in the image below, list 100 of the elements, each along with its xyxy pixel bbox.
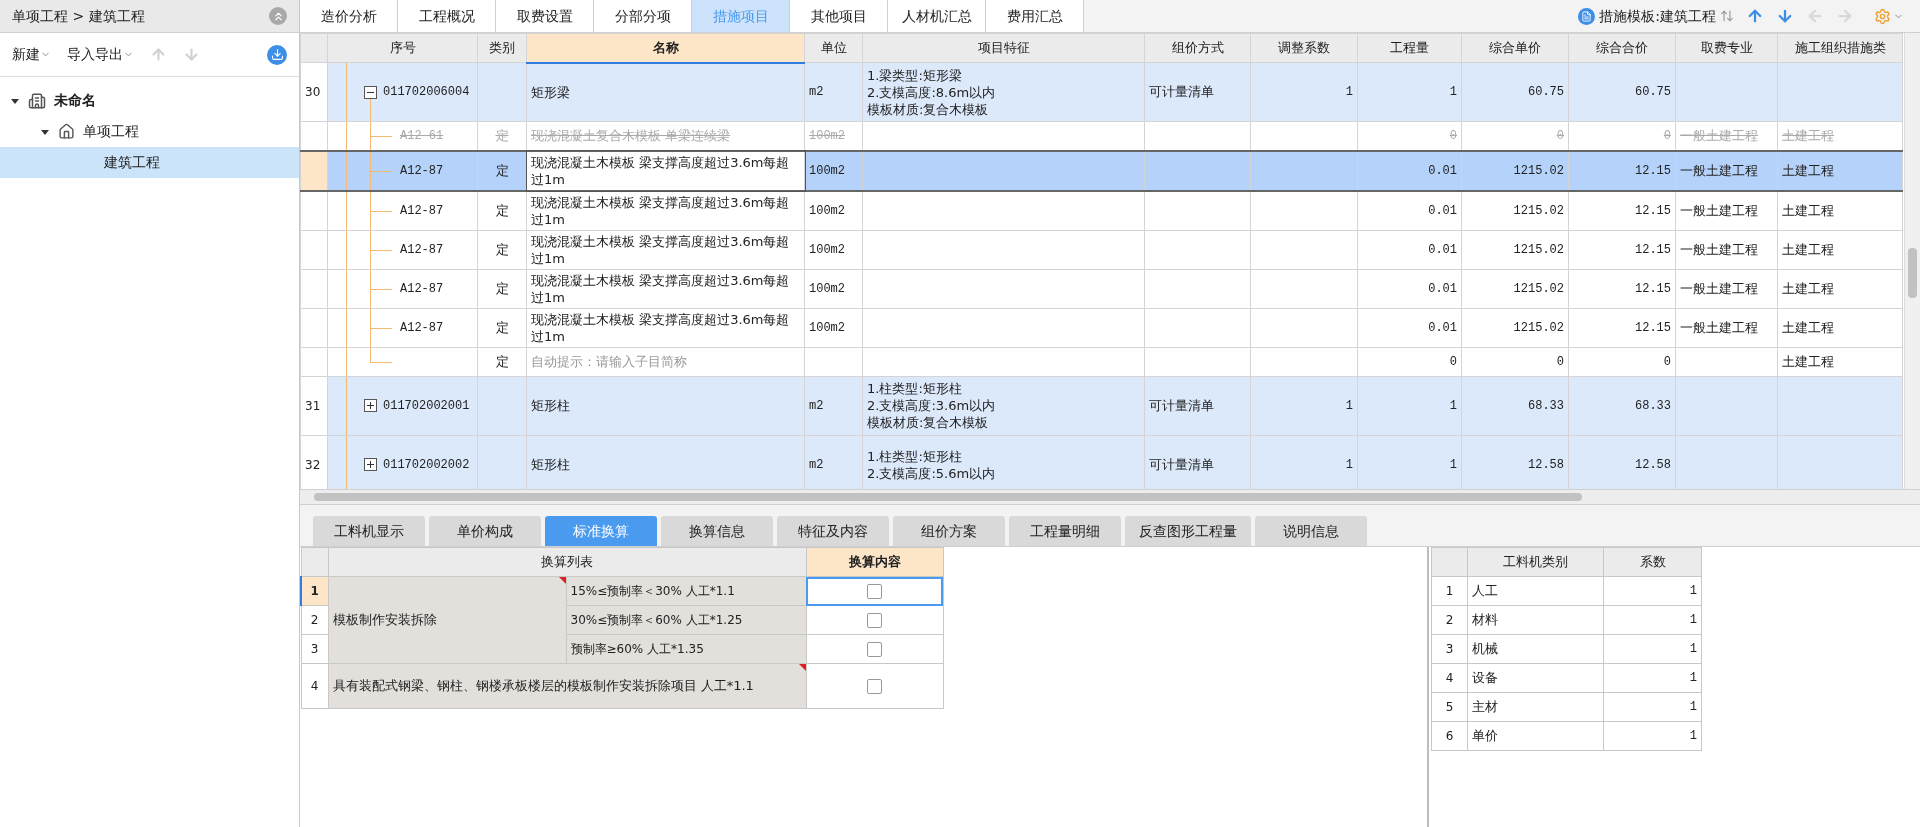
column-header[interactable]: 工程量 (1357, 33, 1462, 63)
table-row[interactable]: A12-87 定 现浇混凝土木模板 梁支撑高度超过3.6m每超过1m 100m2 0.01 1215.02 12.15 一般土建工程 土建工程 (300, 308, 1903, 347)
table-cell: 土建工程 (1777, 121, 1903, 151)
tree-item[interactable]: 未命名 (0, 85, 299, 116)
menu-button[interactable]: 导入导出 (67, 44, 134, 65)
table-cell: 0.01 (1357, 308, 1462, 347)
settings-button[interactable] (1874, 7, 1904, 25)
table-cell (477, 62, 527, 122)
option-cell: 预制率≥60% 人工*1.35 (566, 634, 806, 664)
scrollbar-thumb[interactable] (1908, 248, 1917, 298)
tree-item[interactable]: 单项工程 (0, 116, 299, 147)
table-row[interactable]: 32 011702002002 矩形柱 m2 1.柱类型:矩形柱 2.支模高度:5.6m以内 可计量清单 1 1 12.58 12.58 (300, 435, 1903, 489)
row-number: 1 (1431, 576, 1468, 606)
row-number[interactable]: 4 (301, 663, 328, 709)
table-cell: 1215.02 (1461, 308, 1569, 347)
menu-button[interactable]: 新建 (12, 44, 51, 65)
table-row[interactable]: 定 自动提示：请输入子目简称 0 0 0 土建工程 (300, 347, 1903, 376)
name-cell[interactable]: 矩形柱 (526, 435, 805, 489)
row-number[interactable]: 2 (301, 605, 328, 635)
table-cell: 100m2 (804, 121, 863, 151)
tab[interactable]: 组价方案 (893, 516, 1005, 546)
table-cell: 土建工程 (1777, 269, 1903, 308)
tab[interactable]: 其他项目 (790, 0, 888, 32)
table-cell: 一般土建工程 (1675, 121, 1778, 151)
column-header[interactable]: 单位 (804, 33, 863, 63)
checkbox[interactable] (867, 642, 882, 657)
expand-box-icon[interactable] (364, 399, 377, 412)
tab[interactable]: 费用汇总 (986, 0, 1084, 32)
column-header[interactable]: 组价方式 (1144, 33, 1251, 63)
table-row[interactable]: A12-87 定 现浇混凝土木模板 梁支撑高度超过3.6m每超过1m 100m2 0.01 1215.02 12.15 一般土建工程 土建工程 (300, 230, 1903, 269)
collapse-box-icon[interactable] (364, 85, 377, 99)
column-header: 换算内容 (806, 547, 943, 577)
tab[interactable]: 造价分析 (300, 0, 398, 32)
tab[interactable]: 换算信息 (661, 516, 773, 546)
column-header: 工料机类别 (1467, 547, 1604, 577)
column-header[interactable]: 名称 (526, 33, 805, 63)
column-header[interactable]: 调整系数 (1250, 33, 1358, 63)
row-number[interactable]: 1 (301, 576, 328, 606)
arrow-down-icon[interactable] (1776, 7, 1794, 25)
table-cell: 一般土建工程 (1675, 230, 1778, 269)
column-header[interactable]: 综合合价 (1568, 33, 1676, 63)
table-cell: 1 (1250, 435, 1358, 489)
download-icon[interactable] (267, 44, 287, 65)
table-row[interactable]: A12-87 定 现浇混凝土木模板 梁支撑高度超过3.6m每超过1m 100m2 0.01 1215.02 12.15 一般土建工程 土建工程 (300, 190, 1903, 230)
checkbox[interactable] (867, 679, 882, 694)
table-row[interactable]: A12-87 定 现浇混凝土木模板 梁支撑高度超过3.6m每超过1m 100m2 0.01 1215.02 12.15 一般土建工程 土建工程 (300, 150, 1903, 191)
table-cell: 人工 (1467, 576, 1604, 606)
name-cell[interactable]: 现浇混凝土木模板 梁支撑高度超过3.6m每超过1m (526, 190, 805, 230)
tab[interactable]: 工料机显示 (313, 516, 425, 546)
column-header[interactable]: 项目特征 (862, 33, 1145, 63)
column-header[interactable]: 取费专业 (1675, 33, 1778, 63)
name-cell[interactable]: 现浇混凝土木模板 梁支撑高度超过3.6m每超过1m (526, 230, 805, 269)
tab[interactable]: 特征及内容 (777, 516, 889, 546)
table-cell: 1215.02 (1461, 190, 1569, 230)
column-header[interactable]: 施工组织措施类 (1777, 33, 1903, 63)
table-cell: 一般土建工程 (1675, 269, 1778, 308)
table-cell: 12.15 (1568, 190, 1676, 230)
horizontal-scrollbar[interactable] (300, 490, 1920, 505)
item-code: A12-87 (400, 319, 444, 337)
template-selector[interactable]: 措施模板:建筑工程 (1578, 5, 1734, 27)
tab[interactable]: 工程量明细 (1009, 516, 1121, 546)
scrollbar-thumb[interactable] (314, 493, 1582, 501)
row-number[interactable]: 3 (301, 634, 328, 664)
item-code: A12-87 (400, 280, 444, 298)
table-cell: 1215.02 (1461, 269, 1569, 308)
table-cell: 100m2 (804, 308, 863, 347)
table-cell: 1 (1603, 663, 1702, 693)
column-header[interactable]: 序号 (327, 33, 478, 63)
tab[interactable]: 说明信息 (1255, 516, 1367, 546)
name-cell[interactable]: 矩形柱 (526, 376, 805, 435)
table-cell: 12.58 (1461, 435, 1569, 489)
row-number: 3 (1431, 634, 1468, 664)
tab[interactable]: 反查图形工程量 (1125, 516, 1251, 546)
column-header: 换算列表 (328, 547, 806, 577)
expand-box-icon[interactable] (364, 458, 377, 471)
tab[interactable]: 工程概况 (398, 0, 496, 32)
tab[interactable]: 分部分项 (594, 0, 692, 32)
checkbox[interactable] (867, 584, 882, 599)
name-cell[interactable]: 现浇混凝土木模板 梁支撑高度超过3.6m每超过1m (526, 150, 805, 191)
column-header[interactable]: 综合单价 (1461, 33, 1569, 63)
column-header[interactable]: 类别 (477, 33, 527, 63)
name-cell[interactable]: 现浇混凝土木模板 梁支撑高度超过3.6m每超过1m (526, 308, 805, 347)
row-number: 2 (1431, 605, 1468, 635)
table-cell: m2 (804, 376, 863, 435)
collapse-icon[interactable] (269, 7, 287, 25)
vertical-scrollbar[interactable] (1904, 33, 1920, 489)
table-row[interactable]: 31 011702002001 矩形柱 m2 1.柱类型:矩形柱 2.支模高度:3.6m以内 模板材质:复合木模板 可计量清单 1 1 68.33 68.33 (300, 376, 1903, 435)
table-cell (804, 347, 863, 376)
table-row[interactable]: 30 011702006004 矩形梁 m2 1.梁类型:矩形梁 2.支模高度:8.6m以内 模板材质:复合木模板 可计量清单 1 1 60.75 60.75 (300, 62, 1903, 122)
checkbox[interactable] (867, 613, 882, 628)
row-number: 32 (300, 435, 328, 489)
table-cell: 0 (1461, 347, 1569, 376)
tree-item[interactable]: 建筑工程 (0, 147, 299, 178)
name-cell[interactable]: 矩形梁 (526, 62, 805, 122)
name-cell[interactable]: 现浇混凝土木模板 梁支撑高度超过3.6m每超过1m (526, 269, 805, 308)
tab[interactable]: 人材机汇总 (888, 0, 986, 32)
tab[interactable]: 取费设置 (496, 0, 594, 32)
table-cell: 100m2 (804, 190, 863, 230)
tab[interactable]: 单价构成 (429, 516, 541, 546)
table-row[interactable]: A12-87 定 现浇混凝土木模板 梁支撑高度超过3.6m每超过1m 100m2 0.01 1215.02 12.15 一般土建工程 土建工程 (300, 269, 1903, 308)
